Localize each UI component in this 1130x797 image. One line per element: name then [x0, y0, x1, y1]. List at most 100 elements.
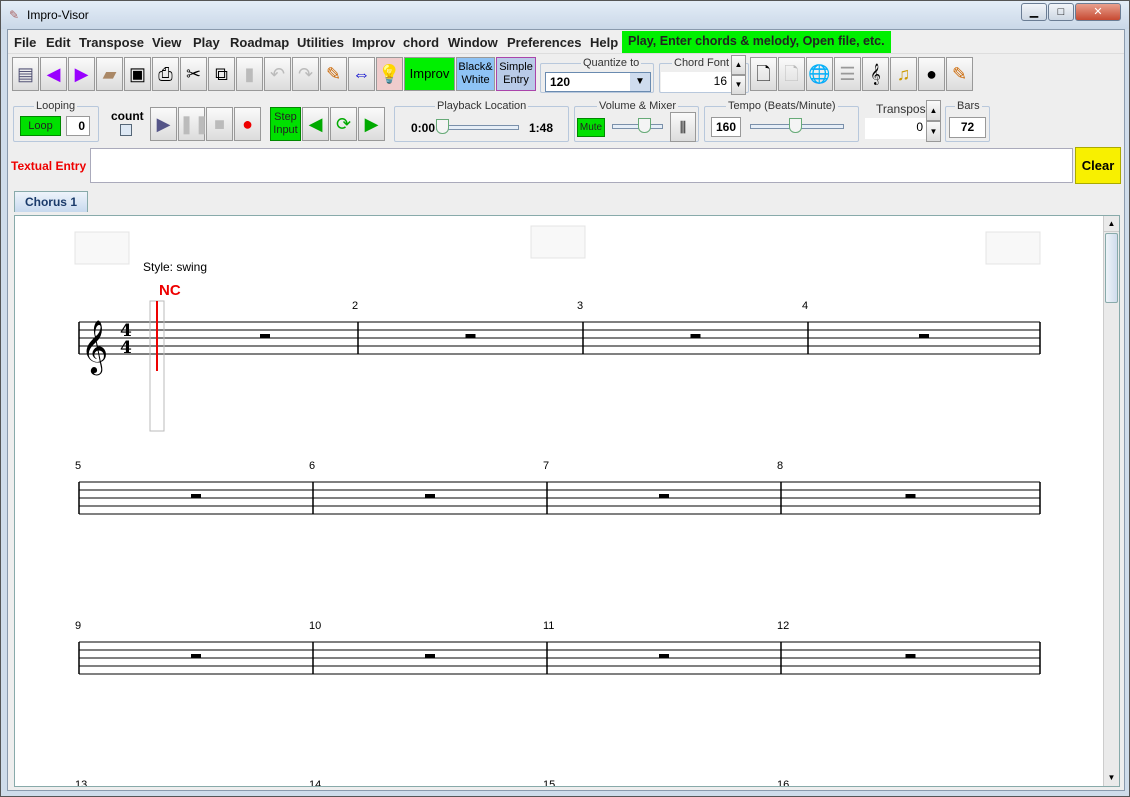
- chord-font-down-icon[interactable]: ▼: [731, 75, 746, 95]
- chord-font-field[interactable]: 16: [661, 72, 731, 92]
- menu-roadmap[interactable]: Roadmap: [230, 35, 289, 50]
- globe-icon[interactable]: 🌐: [806, 57, 833, 91]
- cut-icon[interactable]: ✂: [180, 57, 207, 91]
- menu-play[interactable]: Play: [193, 35, 220, 50]
- simple-label-2: Entry: [503, 74, 529, 86]
- disabled-page-icon[interactable]: 🗋: [778, 57, 805, 91]
- loop-button[interactable]: Loop: [20, 116, 61, 136]
- count-checkbox[interactable]: [120, 124, 132, 136]
- measure-number: 13: [75, 779, 87, 786]
- window-title: Impro-Visor: [27, 8, 89, 22]
- vertical-scrollbar[interactable]: ▲ ▼: [1103, 216, 1119, 786]
- tempo-field[interactable]: 160: [711, 117, 741, 137]
- transpose-down-icon[interactable]: ▼: [926, 121, 941, 142]
- tab-chorus-1[interactable]: Chorus 1: [14, 191, 88, 212]
- next-icon[interactable]: ▶: [68, 57, 95, 91]
- simple-label-1: Simple: [499, 61, 533, 73]
- menu-transpose[interactable]: Transpose: [79, 35, 144, 50]
- scroll-down-icon[interactable]: ▼: [1104, 770, 1119, 786]
- menu-improv[interactable]: Improv: [352, 35, 395, 50]
- notes-icon[interactable]: ♫: [890, 57, 917, 91]
- transpose-up-icon[interactable]: ▲: [926, 100, 941, 121]
- tempo-slider-thumb[interactable]: [789, 118, 802, 133]
- scroll-up-icon[interactable]: ▲: [1104, 216, 1119, 232]
- lightbulb-icon[interactable]: 💡: [376, 57, 403, 91]
- menu-chord[interactable]: chord: [403, 35, 439, 50]
- new-page-icon[interactable]: 🗋: [750, 57, 777, 91]
- measure-number: 4: [802, 300, 808, 312]
- title-bar: ✎ Impro-Visor ▁ □ ✕: [1, 1, 1129, 29]
- whole-rest: [465, 334, 476, 338]
- copy-icon[interactable]: ⧉: [208, 57, 235, 91]
- record-icon[interactable]: ●: [234, 107, 261, 141]
- menu-utilities[interactable]: Utilities: [297, 35, 344, 50]
- scroll-thumb[interactable]: [1105, 233, 1118, 303]
- tempo-label: Tempo (Beats/Minute): [726, 100, 838, 112]
- measure-number: 15: [543, 779, 555, 786]
- loop-count-field[interactable]: 0: [66, 116, 90, 136]
- maximize-button[interactable]: □: [1048, 3, 1074, 21]
- treble-clef-icon[interactable]: 𝄞: [862, 57, 889, 91]
- transpose-field[interactable]: 0: [865, 118, 927, 139]
- forward-icon[interactable]: ▶: [358, 107, 385, 141]
- measure-number: 6: [309, 460, 315, 472]
- whole-rest: [191, 494, 201, 498]
- loop-refresh-icon[interactable]: ⟳: [330, 107, 357, 141]
- black-white-button[interactable]: Black& White: [456, 57, 495, 91]
- quantize-label: Quantize to: [581, 57, 642, 69]
- textual-entry-input[interactable]: [90, 148, 1073, 183]
- pencil-icon[interactable]: ✎: [320, 57, 347, 91]
- play-icon[interactable]: ▶: [150, 107, 177, 141]
- measure-number: 2: [352, 300, 358, 312]
- print-icon[interactable]: ⎙: [152, 57, 179, 91]
- stop-icon[interactable]: ■: [206, 107, 233, 141]
- open-folder-icon[interactable]: ▰: [96, 57, 123, 91]
- chord-font-up-icon[interactable]: ▲: [731, 55, 746, 75]
- clear-button[interactable]: Clear: [1075, 147, 1121, 184]
- textual-entry-label: Textual Entry: [11, 159, 87, 173]
- whole-rest: [191, 654, 201, 658]
- whole-rest: [659, 654, 669, 658]
- whole-rest: [425, 494, 435, 498]
- mixer-icon[interactable]: ⫼: [670, 112, 696, 142]
- improv-button[interactable]: Improv: [404, 57, 455, 91]
- measure-number: 3: [577, 300, 583, 312]
- menu-preferences[interactable]: Preferences: [507, 35, 581, 50]
- score-staff[interactable]: 2 3 45 6 7 89 10 11 1213 14 15 16𝄞 44: [15, 216, 1103, 786]
- chord-symbol[interactable]: NC: [159, 282, 181, 299]
- menu-file[interactable]: File: [14, 35, 36, 50]
- rewind-icon[interactable]: ◀: [302, 107, 329, 141]
- step-input-button[interactable]: Step Input: [270, 107, 301, 141]
- redo-icon[interactable]: ↷: [292, 57, 319, 91]
- volume-slider-thumb[interactable]: [638, 118, 651, 133]
- save-icon[interactable]: ▣: [124, 57, 151, 91]
- looping-label: Looping: [34, 100, 78, 112]
- leadsheet-icon[interactable]: ▤: [12, 57, 39, 91]
- edit-pencil-icon[interactable]: ✎: [946, 57, 973, 91]
- undo-icon[interactable]: ↶: [264, 57, 291, 91]
- step-label-1: Step: [274, 111, 297, 123]
- measure-number: 14: [309, 779, 321, 786]
- minimize-button[interactable]: ▁: [1021, 3, 1047, 21]
- midi-icon[interactable]: ●: [918, 57, 945, 91]
- menu-help[interactable]: Help: [590, 35, 618, 50]
- bars-field[interactable]: 72: [949, 117, 986, 138]
- quantize-select[interactable]: 120 ▼: [545, 72, 651, 92]
- pause-icon[interactable]: ❚❚: [178, 107, 209, 141]
- expand-icon[interactable]: ⇔: [348, 57, 375, 91]
- chevron-down-icon[interactable]: ▼: [630, 73, 650, 91]
- menu-window[interactable]: Window: [448, 35, 498, 50]
- close-button[interactable]: ✕: [1075, 3, 1121, 21]
- simple-entry-button[interactable]: Simple Entry: [496, 57, 536, 91]
- measure-number: 10: [309, 620, 321, 632]
- menu-view[interactable]: View: [152, 35, 181, 50]
- staff-lines-icon[interactable]: ☰: [834, 57, 861, 91]
- measure-number: 12: [777, 620, 789, 632]
- menu-edit[interactable]: Edit: [46, 35, 71, 50]
- mute-button[interactable]: Mute: [577, 118, 605, 137]
- score-panel: 2 3 4 5 6 7 8 9 10 11 12 13 14 15 16 𝄞 4 4 Style: swing N…: [14, 215, 1120, 787]
- playback-slider-thumb[interactable]: [436, 119, 449, 134]
- prev-icon[interactable]: ◀: [40, 57, 67, 91]
- paste-icon[interactable]: ▮: [236, 57, 263, 91]
- measure-number: 8: [777, 460, 783, 472]
